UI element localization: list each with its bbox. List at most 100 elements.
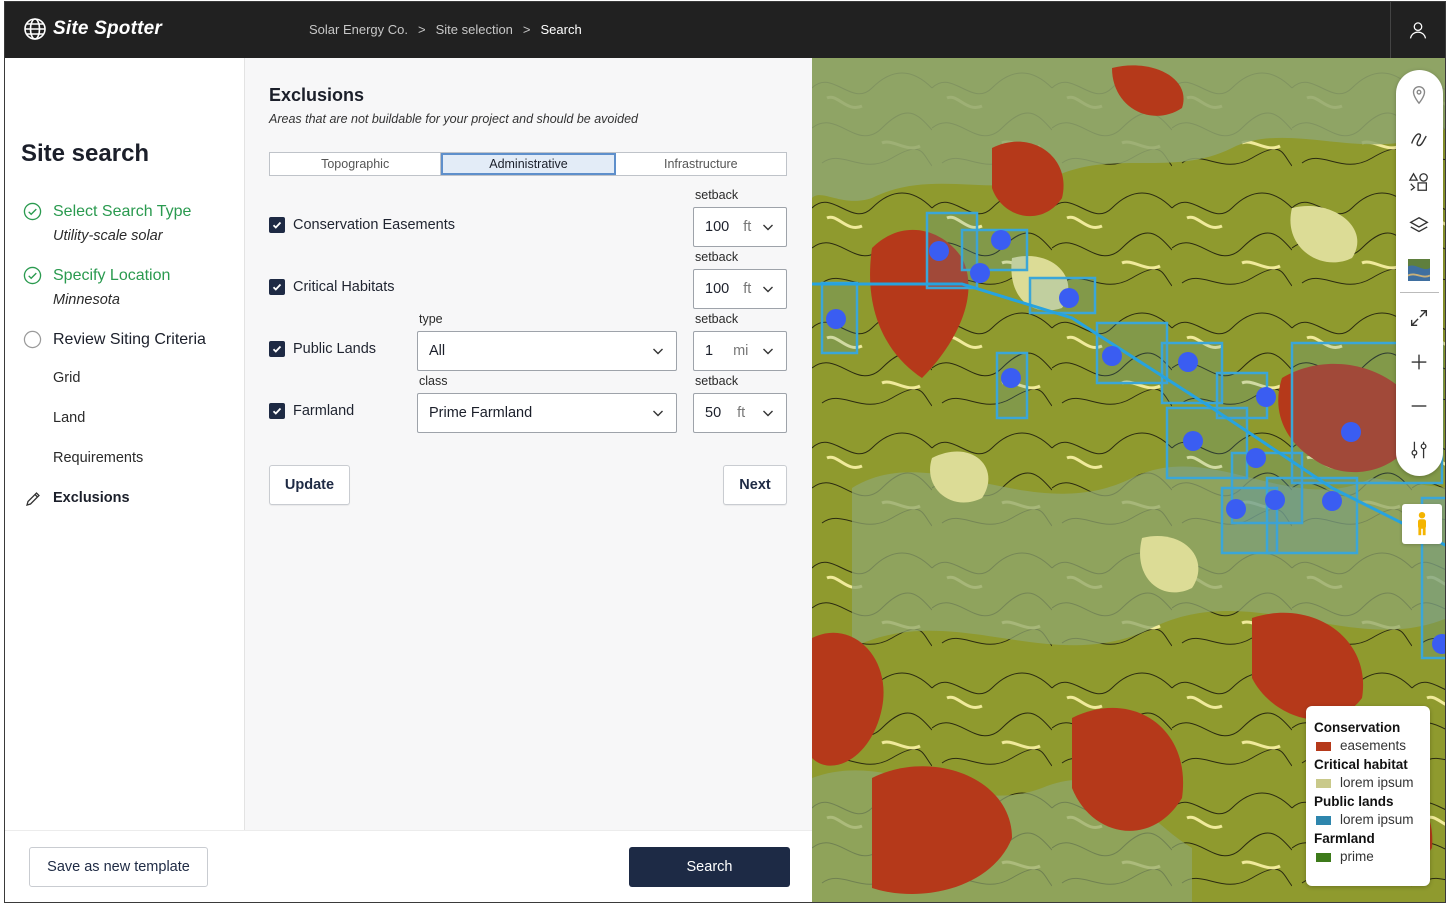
legend-item-label: prime [1340,849,1374,864]
farmland-checkbox[interactable] [269,403,285,419]
step-review-siting-criteria[interactable]: Review Siting Criteria [23,330,206,349]
setback-unit: ft [743,281,752,297]
breadcrumb-separator: > [522,22,531,37]
setback-value: 50 [705,405,722,421]
setback-unit: ft [737,405,746,421]
subitem-requirements[interactable]: Requirements [53,450,143,466]
setback-select-conservation[interactable]: 100 ft [693,207,787,247]
step-select-search-type[interactable]: Select Search Type [23,202,191,221]
legend-heading: Public lands [1314,794,1394,809]
street-view-pegman-icon[interactable] [1402,504,1442,544]
empty-circle-icon [23,330,42,349]
row-farmland: Farmland [269,403,354,419]
shapes-icon[interactable] [1407,170,1431,194]
pin-icon[interactable] [1407,82,1431,106]
globe-icon [24,18,46,40]
exclusion-tabs: Topographic Administrative Infrastructur… [269,152,787,176]
breadcrumb-item-site-selection[interactable]: Site selection [436,22,513,37]
expand-icon[interactable] [1407,306,1431,330]
tab-infrastructure[interactable]: Infrastructure [616,153,786,175]
step-label: Specify Location [53,266,171,284]
row-critical-habitats: Critical Habitats [269,279,395,295]
step-subtitle: Utility-scale solar [53,228,163,244]
breadcrumb-item-current: Search [540,22,582,37]
app-name: Site Spotter [53,18,163,39]
setback-label: setback [695,188,739,202]
legend-heading: Critical habitat [1314,757,1408,772]
setback-select-farmland[interactable]: 50 ft [693,393,787,433]
layers-icon[interactable] [1407,214,1431,238]
search-button[interactable]: Search [629,847,790,887]
section-title: Exclusions [269,85,365,105]
step-specify-location[interactable]: Specify Location [23,266,170,285]
zoom-in-icon[interactable] [1407,350,1431,374]
setback-label: setback [695,312,739,326]
save-as-template-button[interactable]: Save as new template [29,847,208,887]
subitem-exclusions[interactable]: Exclusions [53,490,130,506]
zoom-out-icon[interactable] [1407,394,1431,418]
legend-swatch [1316,815,1331,825]
map-view[interactable]: Conservation easements Critical habitat … [812,58,1445,902]
setback-value: 100 [705,281,730,297]
type-label: type [419,312,443,326]
legend-item: prime [1316,848,1430,866]
select-value: All [429,343,446,359]
select-value: Prime Farmland [429,405,533,421]
checkbox-label: Farmland [293,403,355,419]
check-circle-icon [23,202,42,221]
checkbox-label: Public Lands [293,341,377,357]
setback-select-habitats[interactable]: 100 ft [693,269,787,309]
step-label: Review Siting Criteria [53,330,206,348]
breadcrumb-item-company[interactable]: Solar Energy Co. [309,22,408,37]
checkbox-label: Critical Habitats [293,279,395,295]
update-button[interactable]: Update [269,465,350,505]
check-circle-icon [23,266,42,285]
legend-item-label: lorem ipsum [1340,775,1414,790]
setback-label: setback [695,250,739,264]
subitem-grid[interactable]: Grid [53,370,80,386]
public-lands-checkbox[interactable] [269,341,285,357]
tab-topographic[interactable]: Topographic [270,153,442,175]
footer-bar: Save as new template Search [5,830,812,902]
section-description: Areas that are not buildable for your pr… [269,112,638,126]
class-label: class [419,374,448,388]
legend-item-label: lorem ipsum [1340,812,1414,827]
breadcrumb-separator: > [418,22,426,37]
satellite-thumbnail-icon[interactable] [1407,258,1431,282]
legend-item: lorem ipsum [1316,811,1430,829]
draw-line-icon[interactable] [1407,126,1431,150]
page-title: Site search [21,140,150,167]
setback-value: 1 [705,343,714,359]
setback-value: 100 [705,219,730,235]
setback-unit: mi [733,343,749,359]
app-logo[interactable]: Site Spotter [23,17,162,41]
critical-habitats-checkbox[interactable] [269,279,285,295]
row-public-lands: Public Lands [269,341,376,357]
user-account-button[interactable] [1390,2,1445,58]
legend-swatch [1316,852,1331,862]
conservation-easements-checkbox[interactable] [269,217,285,233]
breadcrumb: Solar Energy Co. > Site selection > Sear… [309,22,582,37]
toolbar-divider [1400,292,1439,293]
farmland-class-select[interactable]: Prime Farmland [417,393,677,433]
legend-item-label: easements [1340,738,1407,753]
chevron-down-icon [653,348,663,355]
public-lands-type-select[interactable]: All [417,331,677,371]
chevron-down-icon [763,348,773,355]
app-frame: Site Spotter Solar Energy Co. > Site sel… [4,1,1446,903]
legend-swatch [1316,778,1331,788]
filter-sliders-icon[interactable] [1407,438,1431,462]
row-conservation-easements: Conservation Easements [269,217,455,233]
map-legend: Conservation easements Critical habitat … [1306,706,1430,886]
chevron-down-icon [763,286,773,293]
legend-heading: Conservation [1314,720,1401,735]
user-icon [1409,22,1427,39]
next-button[interactable]: Next [723,465,787,505]
legend-swatch [1316,741,1331,751]
subitem-land[interactable]: Land [53,410,85,426]
tab-administrative[interactable]: Administrative [441,153,616,175]
chevron-down-icon [763,224,773,231]
chevron-down-icon [763,410,773,417]
setback-select-public-lands[interactable]: 1 mi [693,331,787,371]
setback-unit: ft [743,219,752,235]
